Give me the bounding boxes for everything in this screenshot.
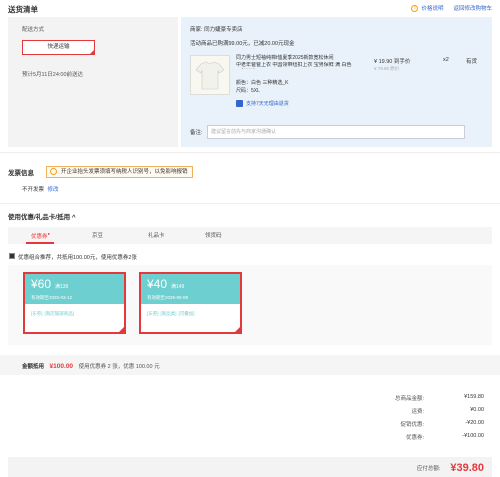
- selected-corner-icon: [89, 49, 95, 55]
- coupon-tags: [东券] [限品类] [可叠加]: [147, 311, 195, 316]
- product-title[interactable]: 同力男士短袖纯棉t恤夏季2025新款宽松休闲 中老年爸爸上衣 中国领带纽扣上衣 …: [236, 55, 356, 69]
- divider: [0, 152, 500, 153]
- express-shipping-button[interactable]: 快递运输: [22, 40, 95, 55]
- coupon-date: 有效期至2025-05-09: [147, 295, 189, 300]
- shipping-method-label: 配送方式: [22, 27, 45, 33]
- discount-toggle[interactable]: 使用优惠/礼品卡/抵用 ^: [8, 211, 76, 221]
- page-title: 送货清单: [8, 5, 38, 14]
- tab-gift-card[interactable]: 礼品卡: [148, 231, 165, 239]
- coupon-date: 有效期至2025-03-12: [31, 295, 73, 300]
- product-quantity: x2: [443, 57, 449, 63]
- optimal-combo-text: 优惠组合推荐，共抵用100.00元，使用优惠券2张: [18, 255, 137, 261]
- total-row: 运费: ¥0.00: [411, 407, 484, 415]
- divider: [0, 203, 500, 204]
- coupon-amount: ¥60: [31, 277, 52, 291]
- payable-total: 应付总额: ¥39.80: [416, 462, 484, 474]
- shipping-panel: [8, 17, 178, 147]
- product-original-price: ¥ 79.90 原价: [374, 66, 400, 71]
- invoice-label: 发票信息: [8, 170, 34, 177]
- return-policy[interactable]: 支持7天无理由退货: [236, 100, 289, 107]
- coupon-card[interactable]: ¥60 满139 有效期至2025-03-12 [东券] [限店铺部商品]: [23, 272, 126, 334]
- product-price: ¥ 19.90 到手价: [374, 59, 411, 65]
- warning-icon: [50, 168, 57, 175]
- selected-check-icon: [117, 325, 126, 334]
- back-to-cart-link[interactable]: 返回修改购物车: [453, 4, 492, 12]
- discount-tabs: [8, 227, 492, 244]
- invoice-edit-link[interactable]: 修改: [48, 187, 59, 193]
- header-actions: ! 价格说明 返回修改购物车: [411, 4, 492, 12]
- invoice-type: 不开发票 修改: [22, 187, 59, 193]
- coupon-card[interactable]: ¥40 满149 有效期至2025-05-09 [东券] [限品类] [可叠加]: [139, 272, 242, 334]
- total-row: 总商品金额: ¥159.80: [394, 394, 484, 402]
- note-input[interactable]: 建议留言前先与商家沟通确认: [207, 125, 465, 139]
- delivery-eta: 预计5月11日24:00前送达: [22, 72, 84, 78]
- invoice-tip: 开企业抬头发票须填写纳税人识别号，以免影响报销: [46, 166, 193, 178]
- product-color: 颜色：白色 三种精选_K: [236, 80, 289, 86]
- product-size: 尺码：5XL: [236, 88, 260, 94]
- coupon-tags: [东券] [限店铺部商品]: [31, 311, 75, 316]
- seller-name[interactable]: 同力婕豪专卖店: [204, 27, 243, 33]
- active-tab-indicator: [26, 242, 54, 244]
- total-row: 促销优惠: -¥20.00: [400, 420, 484, 428]
- optimal-combo-checkbox[interactable]: [9, 253, 15, 259]
- return-icon: [236, 100, 243, 107]
- info-icon: !: [411, 4, 419, 12]
- coupon-summary: 金额抵用 ¥100.00 使用优惠券 2 张，优惠 100.00 元: [22, 363, 160, 370]
- note-label: 备注:: [190, 130, 203, 136]
- total-row: 优惠券: -¥100.00: [405, 433, 484, 441]
- tab-coupons[interactable]: 优惠券●: [31, 231, 50, 240]
- seller-promo: 活动商品已购满99.00元，已减20.00元现金: [190, 41, 295, 47]
- tshirt-icon: [195, 61, 225, 90]
- price-note-link[interactable]: ! 价格说明: [411, 4, 443, 12]
- stock-status: 有货: [466, 59, 478, 65]
- coupon-condition: 满139: [55, 284, 69, 290]
- product-image[interactable]: [190, 55, 230, 95]
- tab-pickup-code[interactable]: 领货码: [205, 231, 222, 239]
- tab-beans[interactable]: 京豆: [92, 231, 103, 239]
- seller-label: 商家:: [190, 27, 203, 33]
- coupon-condition: 满149: [171, 284, 185, 290]
- selected-check-icon: [233, 325, 242, 334]
- coupon-amount: ¥40: [147, 277, 168, 291]
- seller-info: 商家: 同力婕豪专卖店: [190, 25, 243, 33]
